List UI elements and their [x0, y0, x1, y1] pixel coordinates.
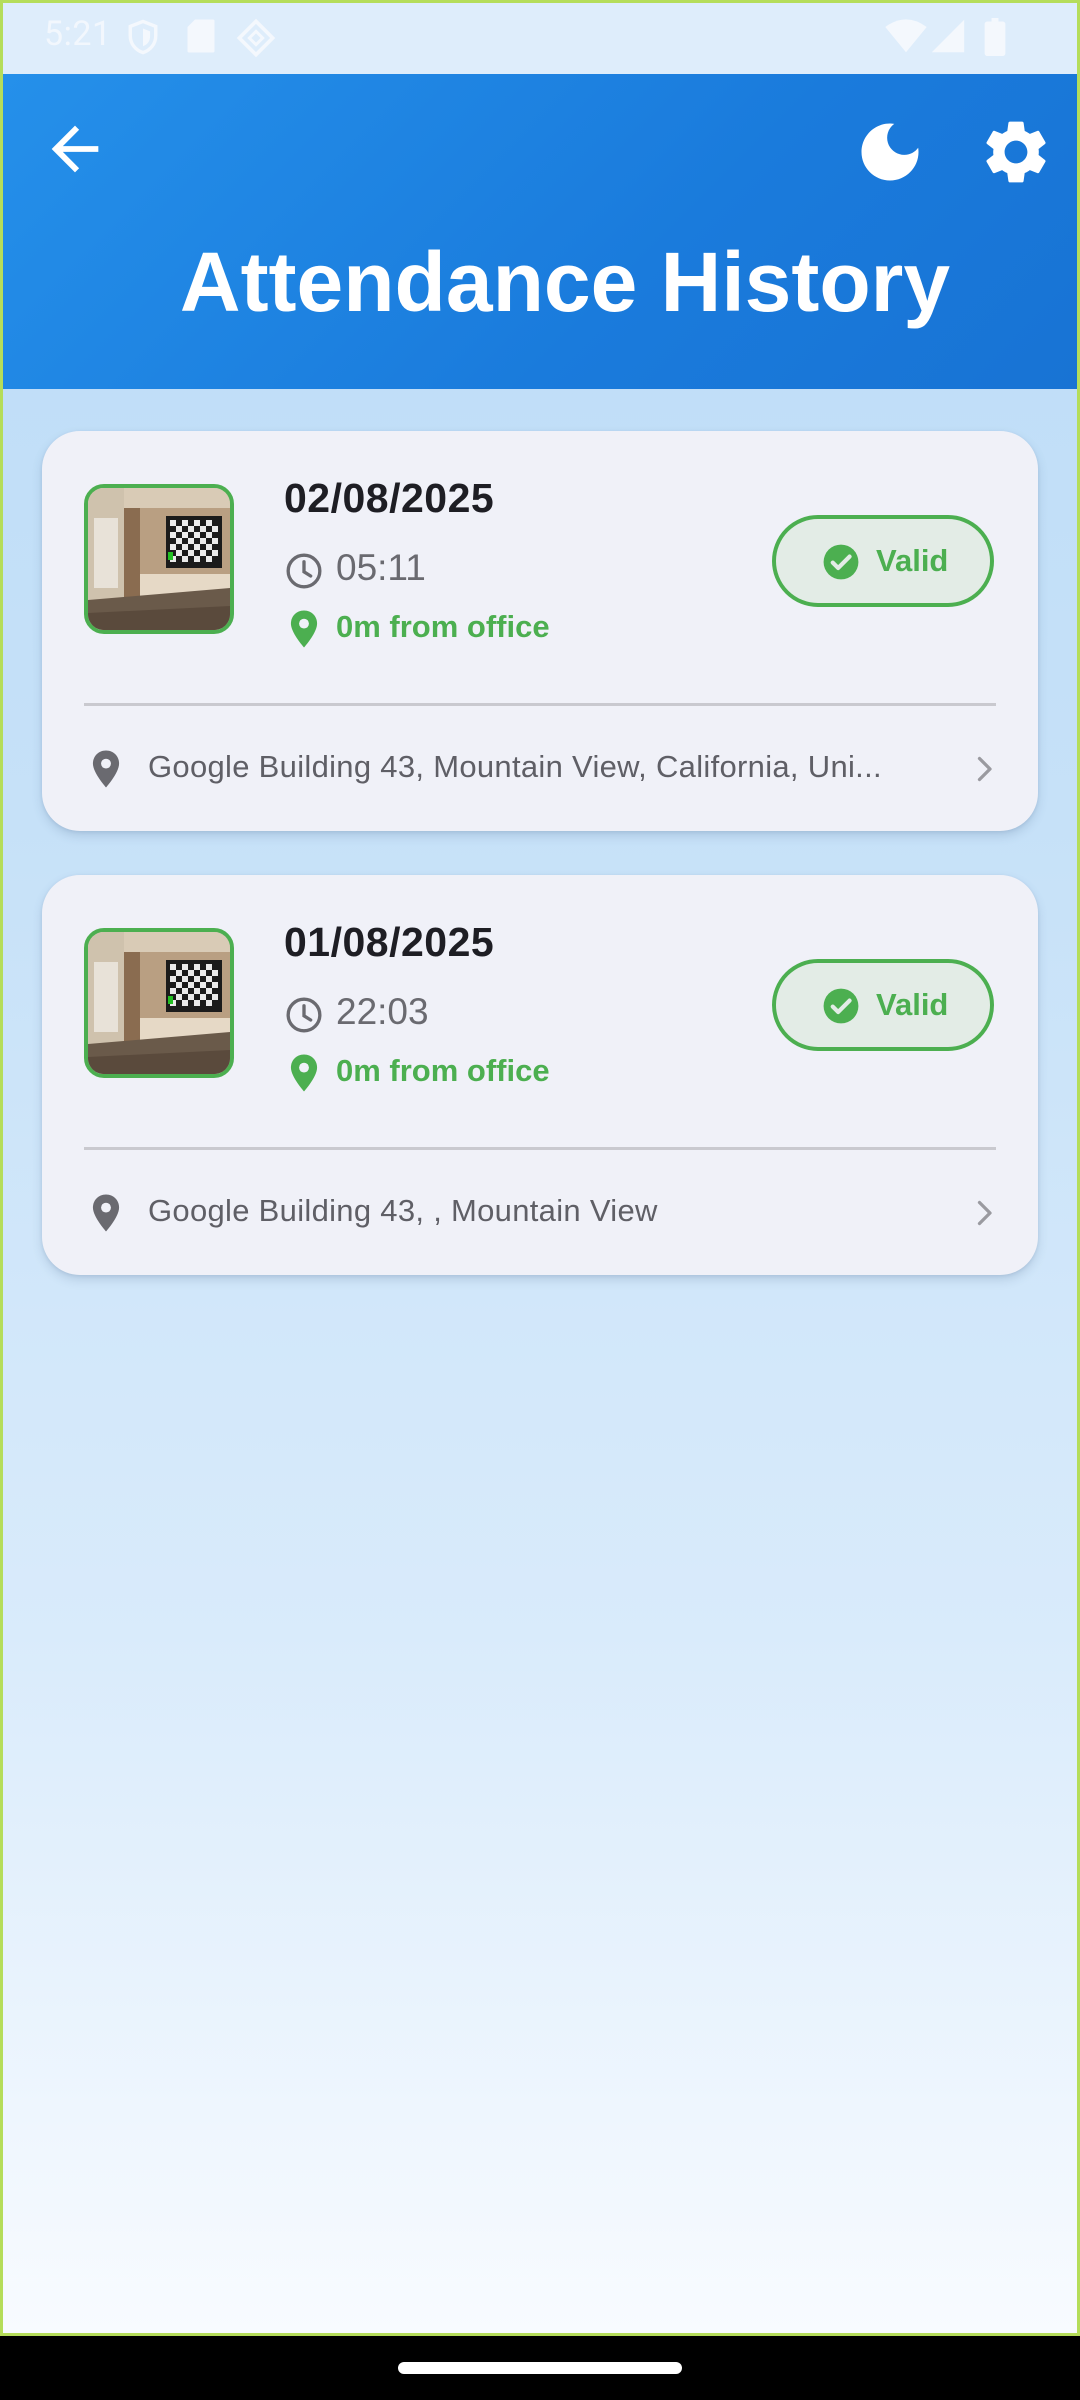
chevron-right-icon	[977, 756, 992, 782]
back-button[interactable]	[40, 114, 110, 184]
location-pin-icon	[92, 750, 120, 788]
distance-from-office: 0m from office	[336, 609, 550, 644]
room-photo-image	[88, 932, 230, 1074]
location-pin-icon	[290, 1054, 318, 1092]
status-time: 5:21	[44, 14, 112, 54]
attendance-address: Google Building 43, , Mountain View	[148, 1193, 658, 1228]
location-pin-icon	[92, 1194, 120, 1232]
divider	[84, 1147, 996, 1150]
distance-from-office: 0m from office	[336, 1053, 550, 1088]
diamond-icon	[236, 18, 276, 58]
gear-icon	[986, 121, 1046, 183]
divider	[84, 703, 996, 706]
status-badge: Valid	[772, 515, 994, 607]
moon-icon	[861, 123, 919, 181]
check-circle-icon	[823, 988, 859, 1024]
battery-icon	[984, 18, 1006, 56]
attendance-time: 22:03	[336, 991, 429, 1032]
arrow-back-icon	[51, 125, 99, 173]
room-photo-image	[88, 488, 230, 630]
shield-icon	[128, 19, 158, 55]
attendance-date: 02/08/2025	[284, 475, 495, 521]
screen: 5:21 Attendance History 02/08/2025 05:11…	[0, 0, 1080, 2336]
attendance-photo[interactable]	[84, 928, 234, 1078]
sd-card-icon	[187, 19, 215, 53]
attendance-photo[interactable]	[84, 484, 234, 634]
attendance-address: Google Building 43, Mountain View, Calif…	[148, 749, 882, 784]
home-gesture-handle[interactable]	[398, 2362, 682, 2374]
location-pin-icon	[290, 610, 318, 648]
app-bar: Attendance History	[0, 74, 1080, 389]
settings-button[interactable]	[978, 114, 1054, 190]
wifi-icon	[885, 19, 927, 53]
attendance-date: 01/08/2025	[284, 919, 495, 965]
attendance-card[interactable]: 02/08/2025 05:11 0m from office Valid Go…	[42, 431, 1038, 831]
status-bar: 5:21	[0, 0, 1080, 74]
signal-icon	[931, 19, 965, 53]
clock-icon	[286, 997, 322, 1033]
dark-mode-toggle[interactable]	[852, 114, 928, 190]
status-label: Valid	[876, 987, 949, 1022]
chevron-right-icon	[977, 1200, 992, 1226]
check-circle-icon	[823, 544, 859, 580]
status-badge: Valid	[772, 959, 994, 1051]
attendance-card[interactable]: 01/08/2025 22:03 0m from office Valid Go…	[42, 875, 1038, 1275]
status-label: Valid	[876, 543, 949, 578]
page-title: Attendance History	[179, 235, 951, 329]
clock-icon	[286, 553, 322, 589]
attendance-time: 05:11	[336, 547, 426, 588]
